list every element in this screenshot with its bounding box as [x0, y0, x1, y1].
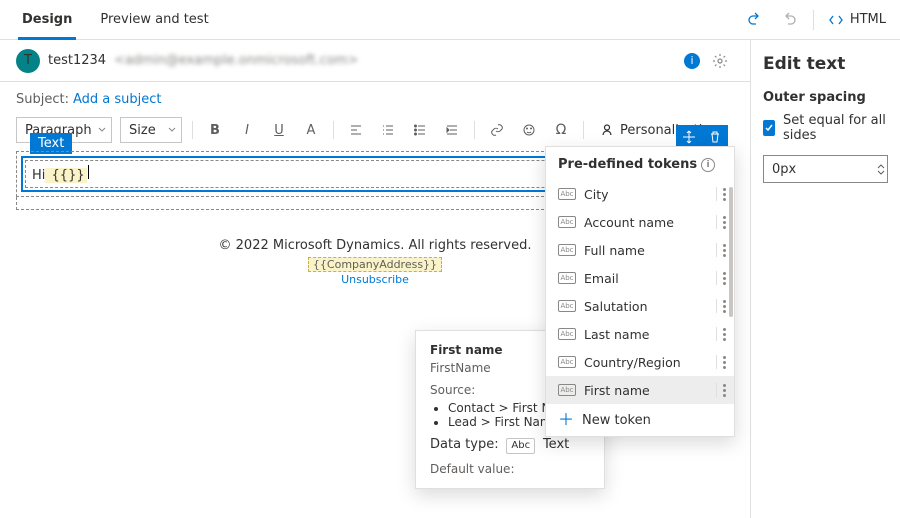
tokens-scrollbar[interactable]	[729, 187, 733, 437]
info-icon[interactable]: i	[684, 53, 700, 69]
token-item[interactable]: Abc First name	[546, 376, 734, 404]
token-item[interactable]: Abc Salutation	[546, 292, 734, 320]
sender-name: test1234	[48, 53, 106, 68]
sender-email: <admin@example.onmicrosoft.com>	[114, 53, 358, 68]
token-item[interactable]: Abc Last name	[546, 320, 734, 348]
equal-sides-checkbox-row[interactable]: Set equal for all sides	[763, 113, 888, 143]
tab-preview[interactable]: Preview and test	[96, 0, 212, 40]
tab-design[interactable]: Design	[18, 0, 76, 40]
token-item-label: City	[584, 187, 708, 202]
settings-icon[interactable]	[706, 47, 734, 75]
bullet-list-button[interactable]	[408, 117, 432, 143]
text-type-icon: Abc	[558, 300, 576, 312]
token-item-more[interactable]	[716, 327, 726, 341]
token-item-label: Full name	[584, 243, 708, 258]
text-type-icon: Abc	[558, 216, 576, 228]
top-right-actions: HTML	[741, 6, 890, 34]
token-item-more[interactable]	[716, 215, 726, 229]
token-item-label: Last name	[584, 327, 708, 342]
checkbox-icon	[763, 120, 775, 136]
plus-icon: ＋	[558, 412, 574, 428]
bold-button[interactable]: B	[203, 117, 227, 143]
text-type-icon: Abc	[558, 272, 576, 284]
subject-input[interactable]: Add a subject	[73, 92, 162, 107]
panel-title: Edit text	[763, 54, 888, 74]
token-item-label: Email	[584, 271, 708, 286]
numbered-list-button[interactable]	[376, 117, 400, 143]
token-item-label: First name	[584, 383, 708, 398]
token-item[interactable]: Abc Email	[546, 264, 734, 292]
token-item-label: Salutation	[584, 299, 708, 314]
token-item-label: Account name	[584, 215, 708, 230]
emoji-button[interactable]	[517, 117, 541, 143]
ellipsis-icon	[723, 244, 726, 257]
popover-datatype: Data type: Abc Text	[430, 437, 590, 454]
tokens-panel-title: Pre-defined tokens i	[546, 147, 734, 180]
undo-button[interactable]	[741, 6, 769, 34]
token-item-more[interactable]	[716, 299, 726, 313]
token-item[interactable]: Abc City	[546, 180, 734, 208]
ellipsis-icon	[723, 216, 726, 229]
token-item-label: Country/Region	[584, 355, 708, 370]
equal-sides-label: Set equal for all sides	[783, 113, 888, 143]
chevron-down-icon	[877, 170, 885, 176]
predefined-tokens-panel: Pre-defined tokens i Abc City Abc Accoun…	[545, 146, 735, 437]
text-type-icon: Abc	[558, 244, 576, 256]
popover-default-label: Default value:	[430, 462, 590, 476]
chevron-up-icon	[877, 163, 885, 169]
token-item[interactable]: Abc Country/Region	[546, 348, 734, 376]
unsubscribe-link[interactable]: Unsubscribe	[341, 273, 409, 286]
top-tab-bar: Design Preview and test HTML	[0, 0, 900, 40]
text-type-icon: Abc	[558, 328, 576, 340]
sender-avatar: T	[16, 49, 40, 73]
subject-row: Subject: Add a subject	[0, 82, 750, 113]
align-button[interactable]	[344, 117, 368, 143]
new-token-button[interactable]: ＋ New token	[546, 404, 734, 430]
popover-title: First name	[430, 343, 503, 357]
special-char-button[interactable]: Ω	[549, 117, 573, 143]
token-item-more[interactable]	[716, 355, 726, 369]
html-view-button[interactable]: HTML	[824, 12, 890, 28]
datatype-icon: Abc	[506, 438, 535, 454]
outer-spacing-label: Outer spacing	[763, 90, 888, 105]
indent-button[interactable]	[440, 117, 464, 143]
token-item-more[interactable]	[716, 271, 726, 285]
spinner-buttons[interactable]	[877, 163, 885, 176]
ellipsis-icon	[723, 272, 726, 285]
subject-label: Subject:	[16, 92, 69, 107]
size-dropdown[interactable]: Size	[120, 117, 182, 143]
token-item-more[interactable]	[716, 383, 726, 397]
underline-button[interactable]: U	[267, 117, 291, 143]
token-item-more[interactable]	[716, 187, 726, 201]
editor-area: T test1234 <admin@example.onmicrosoft.co…	[0, 40, 750, 518]
from-row: T test1234 <admin@example.onmicrosoft.co…	[0, 40, 750, 82]
ellipsis-icon	[723, 328, 726, 341]
text-type-icon: Abc	[558, 384, 576, 396]
ellipsis-icon	[723, 356, 726, 369]
ellipsis-icon	[723, 188, 726, 201]
font-color-button[interactable]: A	[299, 117, 323, 143]
help-icon[interactable]: i	[701, 158, 715, 172]
link-button[interactable]	[485, 117, 509, 143]
properties-panel: Edit text Outer spacing Set equal for al…	[750, 40, 900, 518]
italic-button[interactable]: I	[235, 117, 259, 143]
ellipsis-icon	[723, 300, 726, 313]
token-item[interactable]: Abc Account name	[546, 208, 734, 236]
company-address-token[interactable]: {{CompanyAddress}}	[308, 257, 442, 272]
token-placeholder[interactable]: {{}}	[45, 168, 86, 183]
text-type-icon: Abc	[558, 188, 576, 200]
redo-button[interactable]	[775, 6, 803, 34]
text-type-icon: Abc	[558, 356, 576, 368]
ellipsis-icon	[723, 384, 726, 397]
token-item-more[interactable]	[716, 243, 726, 257]
token-item[interactable]: Abc Full name	[546, 236, 734, 264]
spacing-input[interactable]: 0px	[763, 155, 888, 183]
